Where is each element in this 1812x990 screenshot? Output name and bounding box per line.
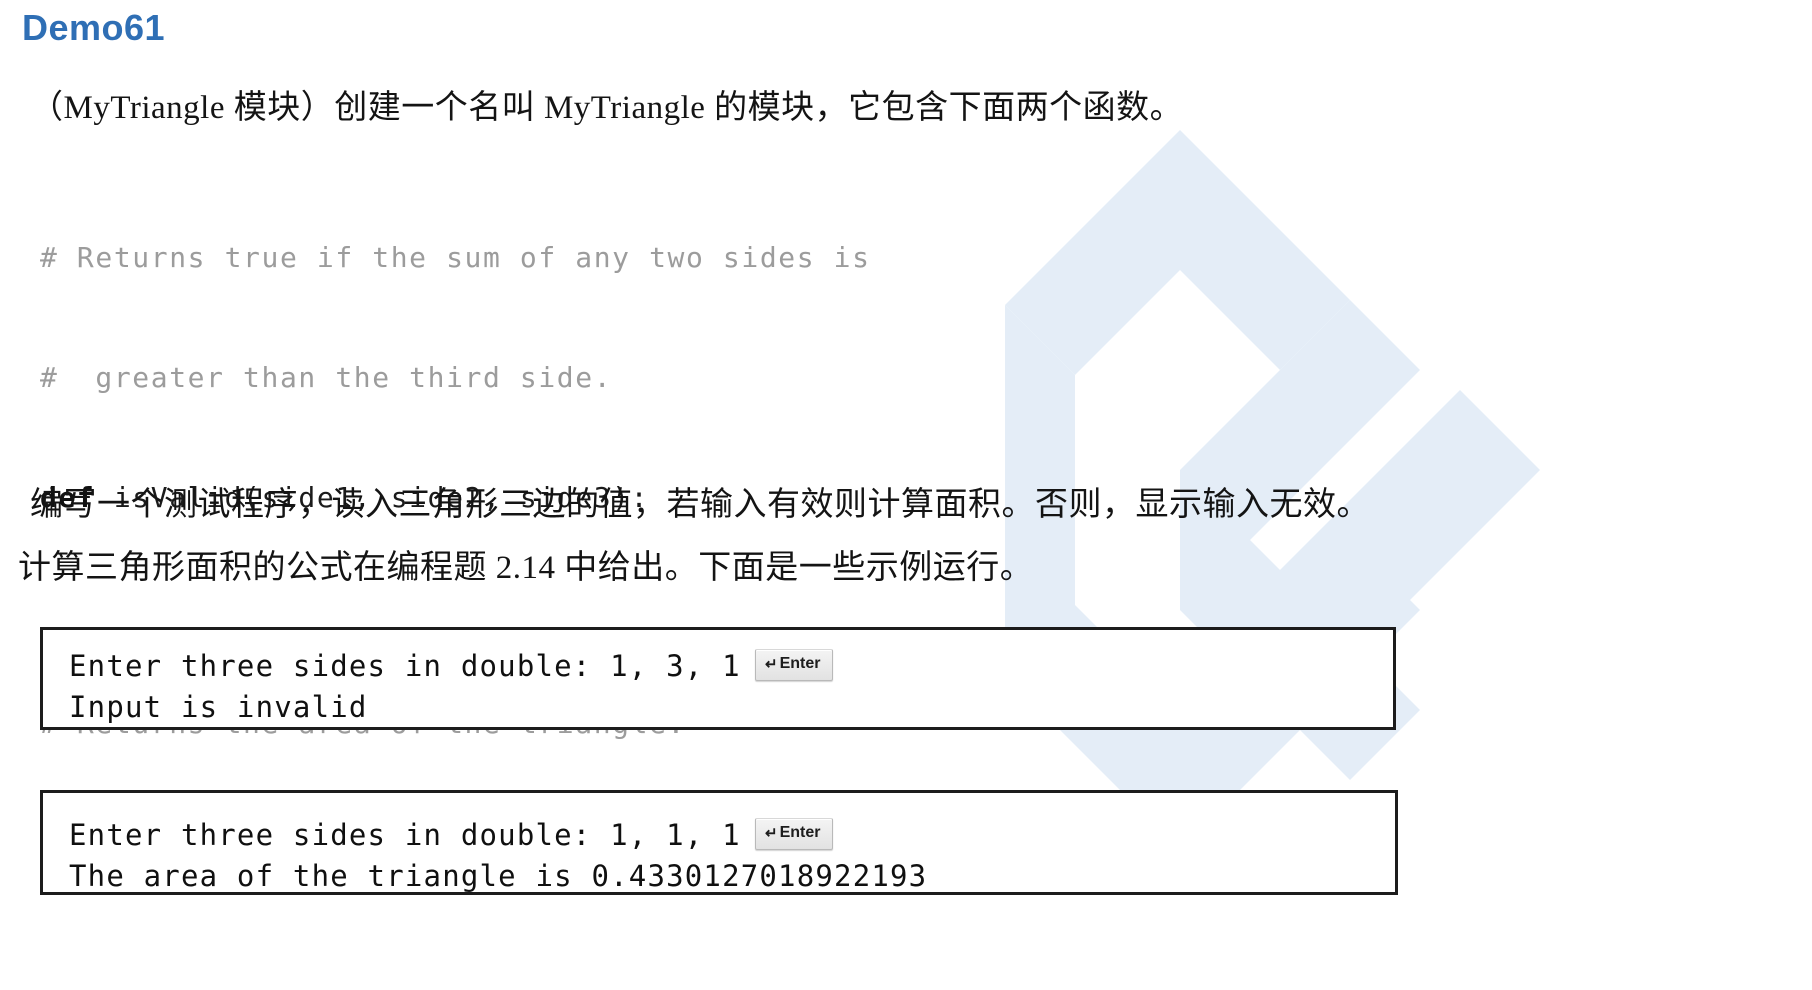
enter-arrow-icon-1: ↵ <box>765 655 778 673</box>
console-output-box-2: Enter three sides in double: 1, 1, 1 ↵ En… <box>40 790 1398 895</box>
console-body-1: Enter three sides in double: 1, 3, 1 ↵ En… <box>43 630 1393 728</box>
enter-key-badge-1: ↵ Enter <box>754 648 833 681</box>
console-body-2: Enter three sides in double: 1, 1, 1 ↵ En… <box>43 793 1395 897</box>
console-result-line-2: The area of the triangle is 0.4330127018… <box>69 859 928 893</box>
enter-key-label-2: Enter <box>779 824 821 841</box>
enter-arrow-icon-2: ↵ <box>765 824 778 842</box>
console-prompt-text-1: Enter three sides in double: 1, 3, 1 <box>69 649 741 683</box>
console-result-line-1: Input is invalid <box>69 690 368 724</box>
code-comment-line-1: # Returns true if the sum of any two sid… <box>40 241 871 274</box>
page-title: Demo61 <box>22 7 166 48</box>
console-output-box-1: Enter three sides in double: 1, 3, 1 ↵ En… <box>40 627 1396 730</box>
description-line-2: 计算三角形面积的公式在编程题 2.14 中给出。下面是一些示例运行。 <box>18 550 1034 586</box>
console-prompt-line-2: Enter three sides in double: 1, 1, 1 ↵ En… <box>69 815 1395 856</box>
console-prompt-line-1: Enter three sides in double: 1, 3, 1 ↵ En… <box>69 646 1393 687</box>
code-comment-line-2: # greater than the third side. <box>40 361 613 394</box>
console-prompt-text-2: Enter three sides in double: 1, 1, 1 <box>69 818 741 852</box>
intro-paragraph: （MyTriangle 模块）创建一个名叫 MyTriangle 的模块，它包含… <box>30 90 1184 126</box>
enter-key-label-1: Enter <box>779 655 821 672</box>
enter-key-badge-2: ↵ Enter <box>754 817 833 850</box>
description-line-1: 编写一个测试程序，读入三角形三边的值，若输入有效则计算面积。否则，显示输入无效。 <box>30 487 1370 523</box>
